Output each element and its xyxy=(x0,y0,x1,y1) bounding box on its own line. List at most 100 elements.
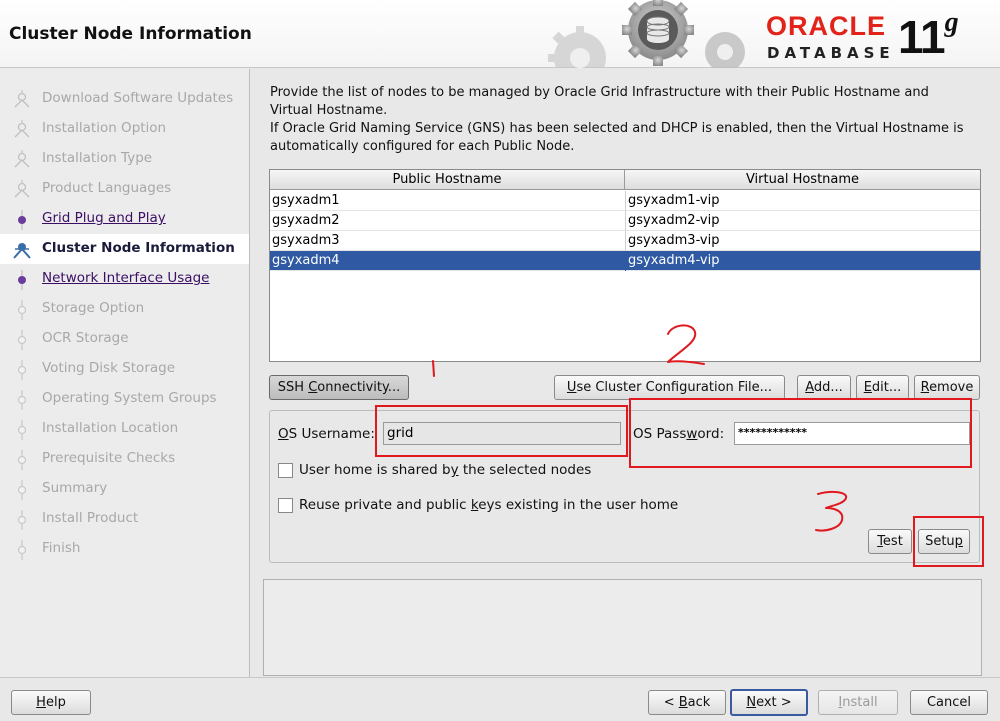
step-status-icon xyxy=(12,540,32,560)
sidebar-step: Prerequisite Checks xyxy=(0,444,249,474)
instructions-line: If Oracle Grid Naming Service (GNS) has … xyxy=(270,121,964,136)
sidebar-step-label: Installation Location xyxy=(42,420,179,436)
sidebar-step-label[interactable]: Network Interface Usage xyxy=(42,270,209,286)
step-status-icon xyxy=(12,150,32,170)
setup-button[interactable]: Setup xyxy=(918,529,970,554)
sidebar-step: Download Software Updates xyxy=(0,84,249,114)
sidebar-step-label: Install Product xyxy=(42,510,139,526)
step-status-icon xyxy=(12,240,32,260)
cell-divider xyxy=(625,191,626,211)
table-row[interactable]: gsyxadm1 gsyxadm1-vip xyxy=(270,191,980,211)
sidebar-step: Installation Location xyxy=(0,414,249,444)
sidebar-step: Installation Type xyxy=(0,144,249,174)
step-status-icon xyxy=(12,480,32,500)
virtual-hostname-cell[interactable]: gsyxadm2-vip xyxy=(628,211,719,231)
header-banner: Cluster Node Information ORACLE DATABASE… xyxy=(0,0,1000,68)
step-status-icon xyxy=(12,330,32,350)
steps-sidebar: Download Software Updates Installation Op… xyxy=(0,69,250,677)
sidebar-step-label: Product Languages xyxy=(42,180,172,196)
sidebar-step: Operating System Groups xyxy=(0,384,249,414)
version-badge: 11g xyxy=(898,6,959,63)
sidebar-step-label[interactable]: Grid Plug and Play xyxy=(42,210,166,226)
cell-divider xyxy=(625,231,626,251)
database-wordmark: DATABASE xyxy=(767,44,895,62)
help-button[interactable]: Help xyxy=(11,690,91,715)
remove-node-button[interactable]: Remove xyxy=(914,375,980,400)
step-status-icon xyxy=(12,300,32,320)
sidebar-step: Cluster Node Information xyxy=(0,234,249,264)
step-status-icon xyxy=(12,420,32,440)
public-hostname-cell[interactable]: gsyxadm3 xyxy=(272,231,340,251)
public-hostname-cell[interactable]: gsyxadm2 xyxy=(272,211,340,231)
table-row[interactable]: gsyxadm3 gsyxadm3-vip xyxy=(270,231,980,251)
add-node-button[interactable]: Add... xyxy=(797,375,851,400)
instructions-line: Provide the list of nodes to be managed … xyxy=(270,85,929,100)
public-hostname-cell[interactable]: gsyxadm1 xyxy=(272,191,340,211)
sidebar-step: Finish xyxy=(0,534,249,564)
sidebar-step-label: Summary xyxy=(42,480,108,496)
use-cluster-config-file-button[interactable]: Use Cluster Configuration File... xyxy=(554,375,785,400)
sidebar-step[interactable]: Network Interface Usage xyxy=(0,264,249,294)
sidebar-step: Summary xyxy=(0,474,249,504)
edit-node-button[interactable]: Edit... xyxy=(856,375,909,400)
sidebar-step-label: Installation Type xyxy=(42,150,153,166)
sidebar-step: Voting Disk Storage xyxy=(0,354,249,384)
step-status-icon xyxy=(12,180,32,200)
install-button[interactable]: Install xyxy=(818,690,898,715)
public-hostname-cell[interactable]: gsyxadm4 xyxy=(272,251,340,271)
sidebar-step: Install Product xyxy=(0,504,249,534)
oracle-logo: ORACLE xyxy=(766,11,886,41)
virtual-hostname-cell[interactable]: gsyxadm4-vip xyxy=(628,251,719,271)
sidebar-step-label: Prerequisite Checks xyxy=(42,450,176,466)
os-username-field[interactable]: grid xyxy=(383,422,621,445)
test-button[interactable]: Test xyxy=(868,529,912,554)
message-area xyxy=(263,579,982,676)
os-username-label: OS Username: xyxy=(278,426,375,442)
sidebar-step[interactable]: Grid Plug and Play xyxy=(0,204,249,234)
cell-divider xyxy=(625,251,626,271)
column-header-virtual-hostname[interactable]: Virtual Hostname xyxy=(625,170,980,190)
table-row[interactable]: gsyxadm2 gsyxadm2-vip xyxy=(270,211,980,231)
virtual-hostname-cell[interactable]: gsyxadm3-vip xyxy=(628,231,719,251)
step-status-icon xyxy=(12,390,32,410)
shared-home-checkbox[interactable] xyxy=(278,463,293,478)
step-status-icon xyxy=(12,210,32,230)
cancel-button[interactable]: Cancel xyxy=(910,690,988,715)
instructions-text: Provide the list of nodes to be managed … xyxy=(270,84,985,156)
sidebar-step-label: Installation Option xyxy=(42,120,167,136)
reuse-keys-checkbox[interactable] xyxy=(278,498,293,513)
sidebar-step-label: Download Software Updates xyxy=(42,90,234,106)
os-password-field[interactable]: ************ xyxy=(734,422,970,445)
step-status-icon xyxy=(12,450,32,470)
step-status-icon xyxy=(12,270,32,290)
instructions-line: Virtual Hostname. xyxy=(270,103,388,118)
shared-home-label[interactable]: User home is shared by the selected node… xyxy=(299,462,591,478)
next-button[interactable]: Next > xyxy=(730,689,808,716)
virtual-hostname-cell[interactable]: gsyxadm1-vip xyxy=(628,191,719,211)
back-button[interactable]: < Back xyxy=(648,690,726,715)
step-status-icon xyxy=(12,360,32,380)
cluster-nodes-table[interactable]: Public Hostname Virtual Hostname gsyxadm… xyxy=(269,169,981,362)
sidebar-step-label: Storage Option xyxy=(42,300,145,316)
page-title: Cluster Node Information xyxy=(9,24,252,44)
sidebar-step: Storage Option xyxy=(0,294,249,324)
sidebar-step: OCR Storage xyxy=(0,324,249,354)
step-status-icon xyxy=(12,510,32,530)
sidebar-step: Product Languages xyxy=(0,174,249,204)
sidebar-step-label: Operating System Groups xyxy=(42,390,217,406)
sidebar-step: Installation Option xyxy=(0,114,249,144)
cell-divider xyxy=(625,211,626,231)
sidebar-step-label: OCR Storage xyxy=(42,330,129,346)
os-password-label: OS Password: xyxy=(633,426,725,442)
sidebar-step-label: Finish xyxy=(42,540,81,556)
step-status-icon xyxy=(12,120,32,140)
step-status-icon xyxy=(12,90,32,110)
sidebar-step-label: Cluster Node Information xyxy=(42,240,235,256)
instructions-line: automatically configured for each Public… xyxy=(270,139,575,154)
column-header-public-hostname[interactable]: Public Hostname xyxy=(270,170,625,190)
reuse-keys-label[interactable]: Reuse private and public keys existing i… xyxy=(299,497,678,513)
gears-graphic-icon xyxy=(548,0,745,68)
ssh-connectivity-button[interactable]: SSH Connectivity... xyxy=(269,375,409,400)
sidebar-step-label: Voting Disk Storage xyxy=(42,360,176,376)
table-row[interactable]: gsyxadm4 gsyxadm4-vip xyxy=(270,251,980,271)
